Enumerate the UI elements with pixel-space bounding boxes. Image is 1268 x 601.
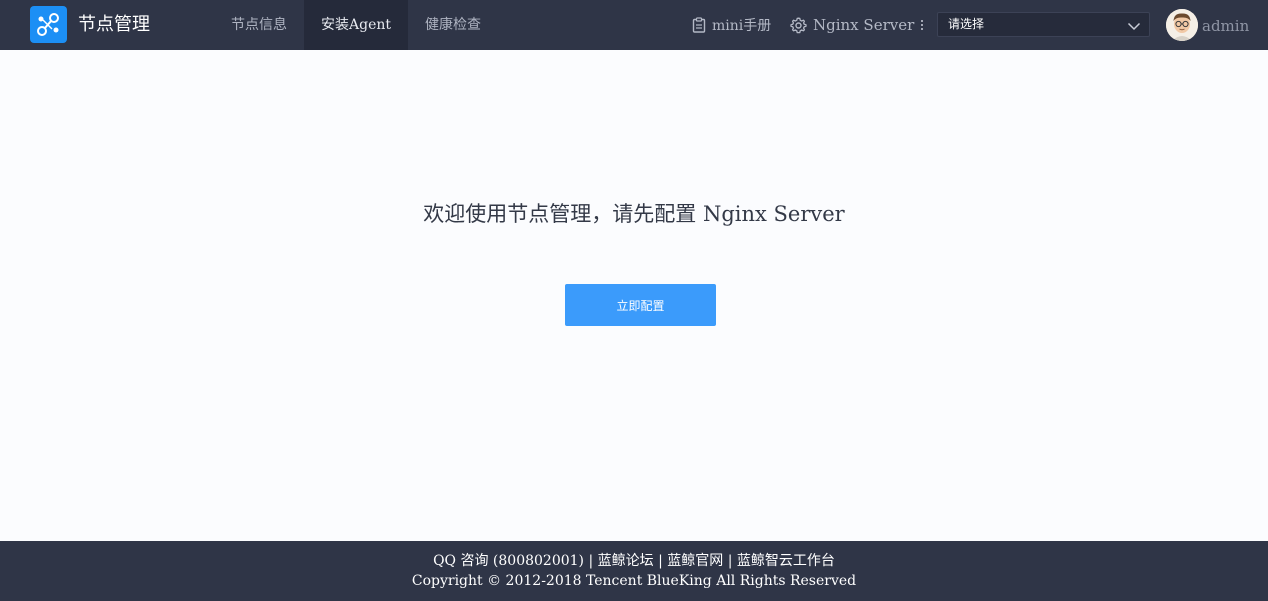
chevron-down-icon bbox=[1127, 22, 1141, 31]
tab-health-check[interactable]: 健康检查 bbox=[408, 0, 498, 50]
business-select[interactable]: 请选择 bbox=[937, 12, 1150, 37]
welcome-message: 欢迎使用节点管理，请先配置 Nginx Server bbox=[423, 202, 845, 226]
footer-separator: | bbox=[588, 553, 594, 569]
page-footer: QQ 咨询 (800802001) | 蓝鲸论坛 | 蓝鲸官网 | 蓝鲸智云工作… bbox=[0, 541, 1268, 601]
clipboard-icon bbox=[692, 17, 706, 33]
mini-manual-link[interactable]: mini手册 bbox=[692, 0, 771, 50]
top-navbar: 节点管理 节点信息 安装Agent 健康检查 mini手册 Nginx Serv… bbox=[0, 0, 1268, 50]
footer-links: QQ 咨询 (800802001) | 蓝鲸论坛 | 蓝鲸官网 | 蓝鲸智云工作… bbox=[0, 551, 1268, 571]
copyright-text: Copyright © 2012-2018 Tencent BlueKing A… bbox=[411, 573, 857, 589]
footer-link-website[interactable]: 蓝鲸官网 bbox=[667, 553, 723, 569]
app-title: 节点管理 bbox=[78, 14, 150, 35]
user-avatar[interactable] bbox=[1166, 9, 1198, 41]
footer-link-qq[interactable]: QQ 咨询 (800802001) bbox=[433, 553, 584, 569]
footer-separator: | bbox=[727, 553, 733, 569]
configure-now-button[interactable]: 立即配置 bbox=[565, 284, 716, 326]
more-options-icon[interactable] bbox=[916, 0, 928, 50]
select-value: 请选择 bbox=[948, 17, 985, 31]
user-name[interactable]: admin bbox=[1202, 0, 1249, 50]
tab-node-info[interactable]: 节点信息 bbox=[214, 0, 304, 50]
mini-manual-label: mini手册 bbox=[712, 18, 772, 34]
footer-link-forum[interactable]: 蓝鲸论坛 bbox=[598, 553, 654, 569]
footer-separator: | bbox=[658, 553, 663, 569]
nginx-server-label: Nginx Server bbox=[813, 16, 915, 34]
gear-icon bbox=[790, 17, 807, 33]
tab-install-agent[interactable]: 安装Agent bbox=[304, 0, 408, 50]
nginx-server-settings[interactable]: Nginx Server bbox=[790, 0, 914, 50]
main-nav: 节点信息 安装Agent 健康检查 bbox=[214, 0, 498, 50]
app-logo-icon[interactable] bbox=[30, 6, 67, 43]
footer-link-workbench[interactable]: 蓝鲸智云工作台 bbox=[737, 553, 835, 569]
